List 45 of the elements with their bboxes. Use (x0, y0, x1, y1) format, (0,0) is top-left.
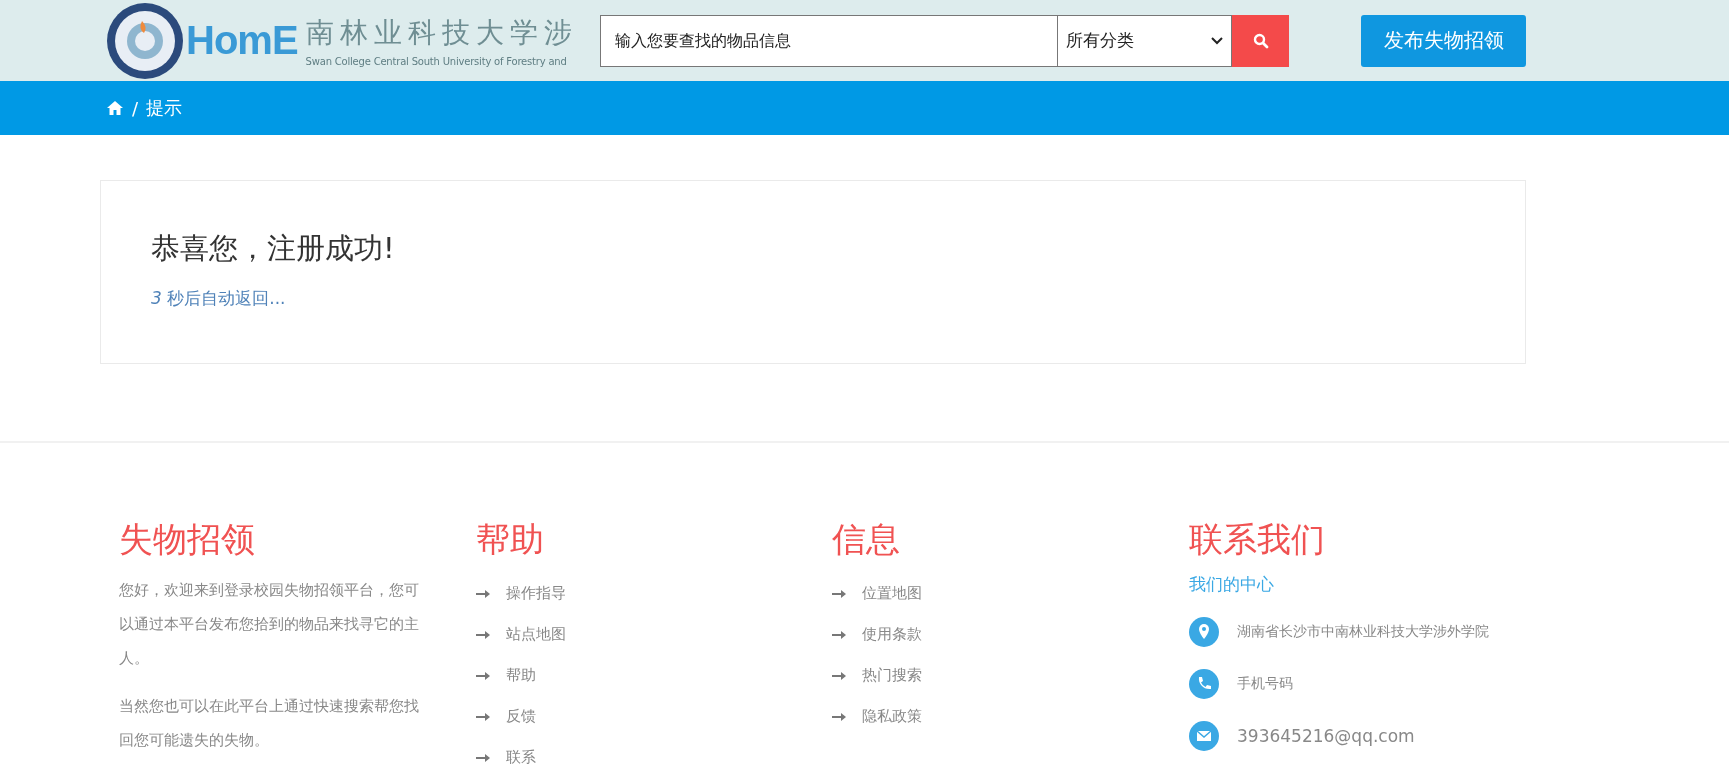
arrow-icon (832, 671, 846, 680)
home-icon[interactable] (106, 100, 124, 116)
footer-link[interactable]: 位置地图 (862, 584, 922, 603)
arrow-icon (476, 671, 490, 680)
category-select[interactable]: 所有分类 (1058, 14, 1232, 67)
footer-heading: 帮助 (476, 518, 545, 561)
contact-text: 393645216@qq.com (1237, 726, 1415, 746)
chevron-down-icon (1211, 36, 1223, 45)
footer-link[interactable]: 站点地图 (506, 625, 566, 644)
about-paragraph: 当然您也可以在此平台上通过快速搜索帮您找回您可能遗失的失物。 (119, 696, 420, 751)
footer-heading: 信息 (832, 518, 901, 561)
footer-link[interactable]: 隐私政策 (862, 707, 922, 726)
footer-link[interactable]: 使用条款 (862, 625, 922, 644)
footer-heading: 失物招领 (119, 518, 256, 561)
footer-link[interactable]: 帮助 (506, 666, 536, 685)
arrow-icon (832, 589, 846, 598)
contact-subheading: 我们的中心 (1189, 573, 1275, 596)
footer-link[interactable]: 反馈 (506, 707, 536, 726)
notice-title: 恭喜您，注册成功! (151, 230, 395, 267)
arrow-icon (832, 630, 846, 639)
phone-icon (1189, 669, 1219, 699)
breadcrumb-current: 提示 (146, 96, 183, 120)
breadcrumb-separator: / (132, 97, 139, 119)
arrow-icon (476, 589, 490, 598)
footer-link[interactable]: 联系 (506, 748, 536, 764)
search-button[interactable] (1232, 14, 1289, 67)
footer-link[interactable]: 热门搜索 (862, 666, 922, 685)
location-pin-icon (1189, 617, 1219, 647)
school-name: 南林业科技大学涉 (305, 15, 578, 51)
contact-text: 湖南省长沙市中南林业科技大学涉外学院 (1237, 623, 1489, 641)
footer-heading: 联系我们 (1189, 518, 1326, 561)
arrow-icon (476, 712, 490, 721)
logo-text: HomE (186, 18, 298, 63)
arrow-icon (476, 630, 490, 639)
search-field[interactable]: 输入您要查找的物品信息 (600, 14, 1058, 67)
school-name-english: Swan College Central South University of Forestry and (305, 56, 568, 67)
arrow-icon (476, 753, 490, 762)
footer-link[interactable]: 操作指导 (506, 584, 566, 603)
about-paragraph: 您好，欢迎来到登录校园失物招领平台，您可以通过本平台发布您拾到的物品来找寻它的主人。 (119, 580, 420, 669)
countdown-text: 3 秒后自动返回... (151, 287, 286, 310)
arrow-icon (832, 712, 846, 721)
contact-text: 手机号码 (1237, 675, 1293, 693)
search-icon (1252, 32, 1269, 49)
publish-button[interactable]: 发布失物招领 (1361, 14, 1526, 67)
envelope-icon (1189, 721, 1219, 751)
